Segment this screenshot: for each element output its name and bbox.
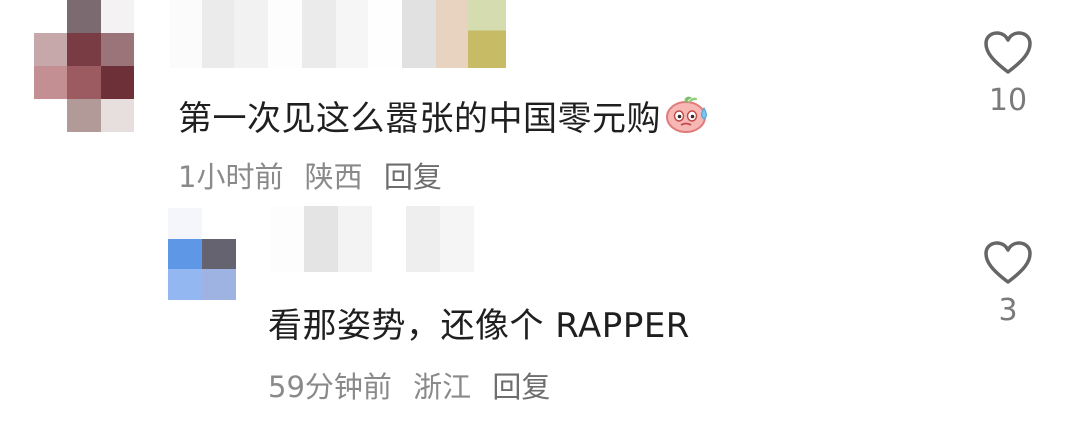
reply-button[interactable]: 回复 bbox=[384, 160, 442, 194]
comment-location: 浙江 bbox=[413, 370, 472, 404]
comment-text[interactable]: 看那姿势，还像个 RAPPER bbox=[268, 306, 690, 346]
like-count: 3 bbox=[998, 293, 1018, 328]
comment-location: 陕西 bbox=[304, 160, 363, 194]
username[interactable] bbox=[270, 206, 474, 272]
avatar[interactable] bbox=[168, 208, 236, 300]
comment-body: 第一次见这么嚣张的中国零元购 bbox=[178, 99, 661, 139]
like-button[interactable]: 10 bbox=[958, 30, 1058, 118]
heart-outline-icon[interactable] bbox=[983, 240, 1033, 286]
username[interactable] bbox=[170, 0, 506, 68]
comment-body: 看那姿势，还像个 RAPPER bbox=[268, 306, 690, 346]
comment-meta: 1小时前 陕西 回复 bbox=[178, 160, 442, 194]
sweating-peach-emoji-icon bbox=[665, 94, 711, 143]
comment-time: 59分钟前 bbox=[268, 370, 392, 404]
avatar[interactable] bbox=[34, 0, 134, 132]
comment-meta: 59分钟前 浙江 回复 bbox=[268, 370, 550, 404]
like-button[interactable]: 3 bbox=[958, 240, 1058, 328]
like-count: 10 bbox=[988, 83, 1028, 118]
comment-time: 1小时前 bbox=[178, 160, 284, 194]
comment-text[interactable]: 第一次见这么嚣张的中国零元购 bbox=[178, 96, 711, 145]
heart-outline-icon[interactable] bbox=[983, 30, 1033, 76]
reply-button[interactable]: 回复 bbox=[492, 370, 550, 404]
